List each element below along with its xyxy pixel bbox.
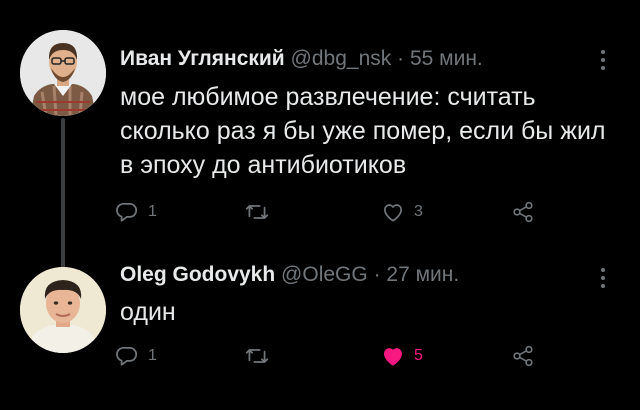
share-icon (513, 345, 533, 367)
reply-button[interactable]: 1 (114, 341, 157, 371)
tweet-actions: 1 5 (114, 341, 574, 371)
like-count: 5 (414, 347, 423, 364)
like-icon (384, 348, 402, 366)
share-button[interactable] (510, 197, 536, 227)
share-button[interactable] (510, 341, 536, 371)
tweet-time[interactable]: 27 мин. (386, 263, 459, 286)
share-icon (513, 201, 533, 223)
author-handle[interactable]: @OleGG (281, 263, 368, 286)
like-button[interactable]: 5 (380, 341, 423, 371)
like-button[interactable]: 3 (380, 197, 423, 227)
avatar[interactable] (20, 267, 106, 353)
tweet-header: Oleg Godovykh @OleGG · 27 мин. (120, 262, 459, 288)
retweet-icon (245, 205, 269, 219)
tweet-1[interactable]: Иван Углянский @dbg_nsk · 55 мин. мое лю… (0, 0, 640, 268)
more-icon[interactable] (600, 50, 606, 70)
retweet-button[interactable] (244, 341, 278, 371)
reply-count: 1 (148, 203, 157, 220)
reply-icon (116, 347, 138, 366)
like-count: 3 (414, 203, 423, 220)
avatar-image (20, 267, 106, 353)
separator-dot: · (373, 263, 381, 286)
separator-dot: · (397, 47, 405, 70)
tweet-text: мое любимое развлечение: считать сколько… (120, 83, 606, 179)
like-icon (384, 204, 402, 222)
tweet-2[interactable]: Oleg Godovykh @OleGG · 27 мин. один 1 5 (0, 255, 640, 410)
author-handle[interactable]: @dbg_nsk (291, 47, 392, 70)
thread-line (61, 118, 65, 268)
tweet-actions: 1 3 (114, 197, 574, 227)
author-name[interactable]: Oleg Godovykh (120, 263, 275, 286)
avatar-image (20, 30, 106, 116)
reply-icon (116, 203, 138, 222)
retweet-button[interactable] (244, 197, 278, 227)
reply-button[interactable]: 1 (114, 197, 157, 227)
retweet-icon (245, 349, 269, 363)
avatar[interactable] (20, 30, 106, 116)
reply-count: 1 (148, 347, 157, 364)
tweet-time[interactable]: 55 мин. (410, 47, 483, 70)
author-name[interactable]: Иван Углянский (120, 47, 285, 70)
tweet-text: один (120, 298, 176, 326)
more-icon[interactable] (600, 268, 606, 288)
tweet-header: Иван Углянский @dbg_nsk · 55 мин. (120, 46, 483, 72)
